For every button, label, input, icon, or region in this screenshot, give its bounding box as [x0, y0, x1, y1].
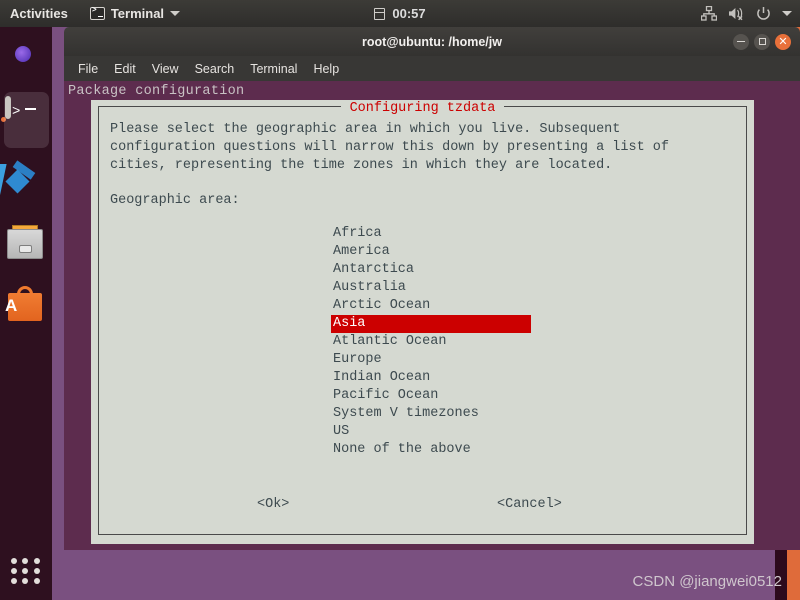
- menu-file[interactable]: File: [78, 62, 98, 76]
- dock-item-files[interactable]: [0, 213, 52, 275]
- menu-terminal[interactable]: Terminal: [250, 62, 297, 76]
- app-menu-button[interactable]: Terminal: [89, 6, 181, 21]
- menu-edit[interactable]: Edit: [114, 62, 136, 76]
- close-icon[interactable]: ✕: [775, 33, 791, 50]
- dialog-inner-border: Configuring tzdata Please select the geo…: [98, 101, 747, 535]
- calendar-icon: [374, 7, 386, 20]
- list-item[interactable]: US: [331, 423, 531, 441]
- power-icon[interactable]: [756, 6, 771, 21]
- menubar: File Edit View Search Terminal Help: [64, 56, 800, 81]
- files-icon: [5, 223, 47, 265]
- menu-search[interactable]: Search: [195, 62, 235, 76]
- window-title: root@ubuntu: /home/jw: [362, 34, 502, 49]
- desktop: Activities Terminal 00:57: [0, 0, 800, 600]
- list-item[interactable]: Atlantic Ocean: [331, 333, 531, 351]
- activities-button[interactable]: Activities: [10, 6, 68, 21]
- maximize-icon[interactable]: [754, 33, 770, 50]
- clock-label: 00:57: [392, 6, 426, 21]
- list-item[interactable]: Arctic Ocean: [331, 297, 531, 315]
- gnome-top-bar: Activities Terminal 00:57: [0, 0, 800, 27]
- show-applications-button[interactable]: [11, 556, 41, 586]
- list-item[interactable]: America: [331, 243, 531, 261]
- system-tray[interactable]: [701, 6, 792, 21]
- terminal-window: root@ubuntu: /home/jw ✕ File Edit View S…: [64, 27, 800, 550]
- dock-item-ubuntu-software[interactable]: A: [0, 275, 52, 337]
- cancel-button[interactable]: <Cancel>: [497, 497, 562, 512]
- ubuntu-software-icon: A: [5, 285, 47, 327]
- dock-item-terminal[interactable]: >: [0, 89, 52, 151]
- terminal-icon: >: [5, 96, 47, 141]
- geographic-area-list[interactable]: Africa America Antarctica Australia Arct…: [331, 225, 531, 459]
- tzdata-configuration-dialog: Configuring tzdata Please select the geo…: [91, 100, 754, 544]
- terminal-icon: [89, 6, 105, 20]
- chevron-down-icon: [170, 11, 181, 16]
- list-item[interactable]: Pacific Ocean: [331, 387, 531, 405]
- firefox-icon: [5, 37, 47, 79]
- menu-view[interactable]: View: [152, 62, 179, 76]
- dock-item-vscode[interactable]: [0, 151, 52, 213]
- list-item[interactable]: Australia: [331, 279, 531, 297]
- watermark: CSDN @jiangwei0512: [632, 573, 782, 590]
- vscode-icon: [0, 160, 47, 203]
- chevron-down-icon[interactable]: [782, 11, 792, 16]
- list-item[interactable]: Indian Ocean: [331, 369, 531, 387]
- geographic-area-label: Geographic area:: [110, 193, 240, 208]
- dialog-title: Configuring tzdata: [99, 98, 746, 116]
- list-item[interactable]: System V timezones: [331, 405, 531, 423]
- dialog-body-text: Please select the geographic area in whi…: [110, 122, 669, 173]
- window-titlebar[interactable]: root@ubuntu: /home/jw ✕: [64, 27, 800, 56]
- package-configuration-header: Package configuration: [68, 84, 245, 99]
- list-item[interactable]: None of the above: [331, 441, 531, 459]
- window-controls: ✕: [733, 33, 791, 50]
- launcher-dock: > A: [0, 27, 52, 600]
- ok-button[interactable]: <Ok>: [257, 497, 289, 512]
- dock-item-firefox[interactable]: [0, 27, 52, 89]
- list-item-selected[interactable]: Asia: [331, 315, 531, 333]
- minimize-icon[interactable]: [733, 33, 749, 50]
- dialog-title-text: Configuring tzdata: [340, 101, 505, 116]
- terminal-body[interactable]: Package configuration Configuring tzdata…: [64, 81, 800, 550]
- list-item[interactable]: Antarctica: [331, 261, 531, 279]
- list-item[interactable]: Africa: [331, 225, 531, 243]
- app-menu-label: Terminal: [110, 6, 165, 21]
- menu-help[interactable]: Help: [313, 62, 339, 76]
- network-icon[interactable]: [701, 6, 717, 21]
- list-item[interactable]: Europe: [331, 351, 531, 369]
- volume-muted-icon[interactable]: [728, 6, 745, 21]
